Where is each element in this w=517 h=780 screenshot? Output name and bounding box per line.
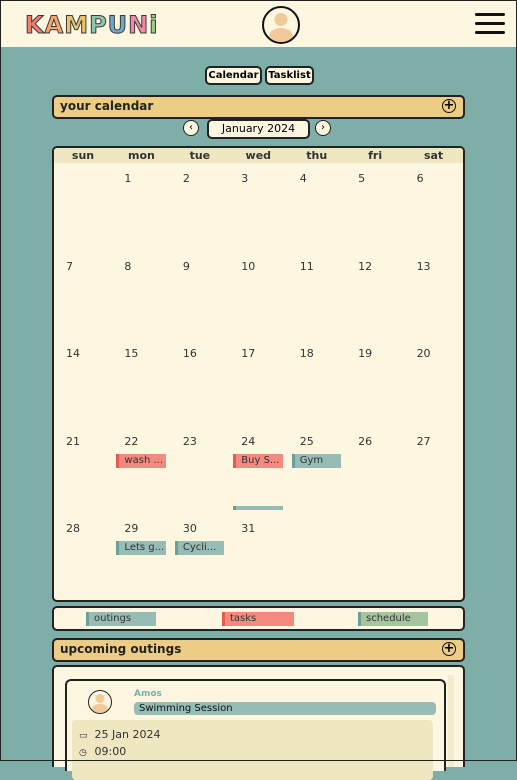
legend-outings: outings	[86, 612, 156, 626]
add-event-plus-icon[interactable]: +	[442, 99, 456, 113]
day-cell-4[interactable]: 4	[300, 172, 307, 185]
day-cell-10[interactable]: 10	[241, 260, 255, 273]
day-cell-11[interactable]: 11	[300, 260, 314, 273]
day-cell-24[interactable]: 24	[241, 435, 255, 448]
day-cell-13[interactable]: 13	[417, 260, 431, 273]
logo-letter: A	[44, 11, 65, 40]
day-cell-22[interactable]: 22	[124, 435, 138, 448]
prev-month-chevron-icon[interactable]: ‹	[183, 120, 199, 136]
add-outing-plus-icon[interactable]: +	[442, 642, 456, 656]
outing-date-row: ▭ 25 Jan 2024	[79, 728, 160, 741]
outing-details: ▭ 25 Jan 2024 ◷ 09:00	[72, 720, 433, 780]
outing-card[interactable]: Amos Swimming Session ▭ 25 Jan 2024 ◷ 09…	[65, 679, 446, 780]
weekday-thu: thu	[306, 149, 328, 162]
day-cell-2[interactable]: 2	[183, 172, 190, 185]
profile-avatar[interactable]	[262, 6, 300, 44]
logo-letter: U	[107, 11, 129, 40]
hamburger-menu-icon[interactable]	[475, 13, 505, 35]
day-cell-12[interactable]: 12	[358, 260, 372, 273]
kampuni-logo[interactable]: KAMPUNi	[25, 11, 159, 40]
calendar-event[interactable]: Buy S...	[233, 453, 283, 468]
calendar-section-title: your calendar	[60, 99, 154, 113]
weekday-wed: wed	[245, 149, 272, 162]
logo-letter: N	[128, 11, 150, 40]
current-month-label: January 2024	[207, 119, 310, 139]
calendar-event[interactable]: Lets g...	[116, 541, 166, 555]
app-header: KAMPUNi	[1, 1, 516, 47]
outing-time: 09:00	[94, 745, 127, 758]
legend-tasks: tasks	[222, 612, 294, 626]
day-cell-16[interactable]: 16	[183, 347, 197, 360]
calendar-icon: ▭	[79, 731, 88, 741]
day-cell-14[interactable]: 14	[66, 347, 80, 360]
tab-calendar[interactable]: Calendar	[205, 66, 262, 85]
weekday-tue: tue	[189, 149, 211, 162]
next-month-chevron-icon[interactable]: ›	[315, 120, 331, 136]
logo-letter: P	[89, 11, 108, 40]
day-cell-5[interactable]: 5	[358, 172, 365, 185]
outing-user-avatar	[88, 690, 112, 714]
day-cell-25[interactable]: 25	[300, 435, 314, 448]
logo-letter: M	[64, 11, 90, 40]
outing-date: 25 Jan 2024	[94, 728, 161, 741]
weekday-fri: fri	[368, 149, 383, 162]
day-cell-8[interactable]: 8	[124, 260, 131, 273]
day-cell-17[interactable]: 17	[241, 347, 255, 360]
day-cell-1[interactable]: 1	[124, 172, 131, 185]
clock-icon: ◷	[79, 748, 87, 758]
weekday-header-row: sun mon tue wed thu fri sat	[54, 148, 463, 163]
day-cell-27[interactable]: 27	[417, 435, 431, 448]
weekday-sat: sat	[423, 149, 444, 162]
weekday-mon: mon	[127, 149, 155, 162]
outing-time-row: ◷ 09:00	[79, 745, 126, 758]
day-cell-18[interactable]: 18	[300, 347, 314, 360]
calendar-event[interactable]: Gym	[291, 453, 342, 468]
day-cell-26[interactable]: 26	[358, 435, 372, 448]
day-cell-9[interactable]: 9	[183, 260, 190, 273]
calendar-section-header: your calendar +	[52, 95, 465, 119]
day-cell-30[interactable]: 30	[183, 522, 197, 535]
calendar-grid: sun mon tue wed thu fri sat 1 2 3 4 5 6 7 8 9 10 11 12 13 1…	[52, 146, 465, 602]
logo-letter: i	[149, 11, 159, 40]
day-cell-29[interactable]: 29	[124, 522, 138, 535]
calendar-event[interactable]	[233, 505, 283, 510]
day-cell-6[interactable]: 6	[417, 172, 424, 185]
day-cell-19[interactable]: 19	[358, 347, 372, 360]
outing-title: Swimming Session	[134, 702, 436, 715]
legend-schedule: schedule	[358, 612, 428, 626]
upcoming-outings-title: upcoming outings	[60, 642, 182, 656]
day-cell-21[interactable]: 21	[66, 435, 80, 448]
day-cell-3[interactable]: 3	[241, 172, 248, 185]
tab-tasklist[interactable]: Tasklist	[265, 66, 314, 85]
day-cell-28[interactable]: 28	[66, 522, 80, 535]
weekday-sun: sun	[71, 149, 95, 162]
outing-user-name: Amos	[134, 689, 162, 699]
day-cell-23[interactable]: 23	[183, 435, 197, 448]
day-cell-20[interactable]: 20	[417, 347, 431, 360]
logo-letter: K	[25, 11, 45, 40]
scrollbar[interactable]	[448, 675, 454, 767]
day-cell-15[interactable]: 15	[124, 347, 138, 360]
calendar-legend: outings tasks schedule	[52, 606, 465, 631]
upcoming-outings-list: Amos Swimming Session ▭ 25 Jan 2024 ◷ 09…	[52, 665, 465, 780]
calendar-event[interactable]: wash ...	[116, 453, 166, 468]
day-cell-7[interactable]: 7	[66, 260, 73, 273]
upcoming-outings-header: upcoming outings +	[52, 638, 465, 662]
day-cell-31[interactable]: 31	[241, 522, 255, 535]
calendar-event[interactable]: Cycli...	[174, 541, 225, 555]
